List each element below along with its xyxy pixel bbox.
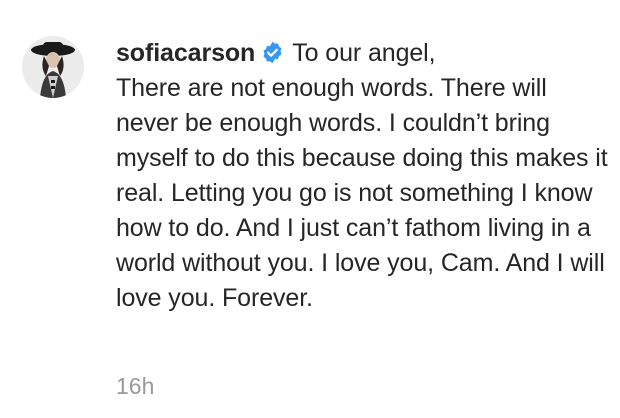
avatar-photo (22, 36, 84, 98)
comment-body: There are not enough words. There will n… (116, 74, 608, 312)
verified-badge-icon (261, 41, 284, 64)
comment-item: sofiacarson To our angel, There are not e… (0, 0, 620, 418)
comment-first-line: To our angel, (292, 39, 436, 67)
comment-text: sofiacarson To our angel, There are not e… (116, 36, 612, 316)
username-link[interactable]: sofiacarson (116, 39, 255, 67)
avatar[interactable] (22, 36, 84, 98)
timestamp[interactable]: 16h (116, 373, 154, 400)
